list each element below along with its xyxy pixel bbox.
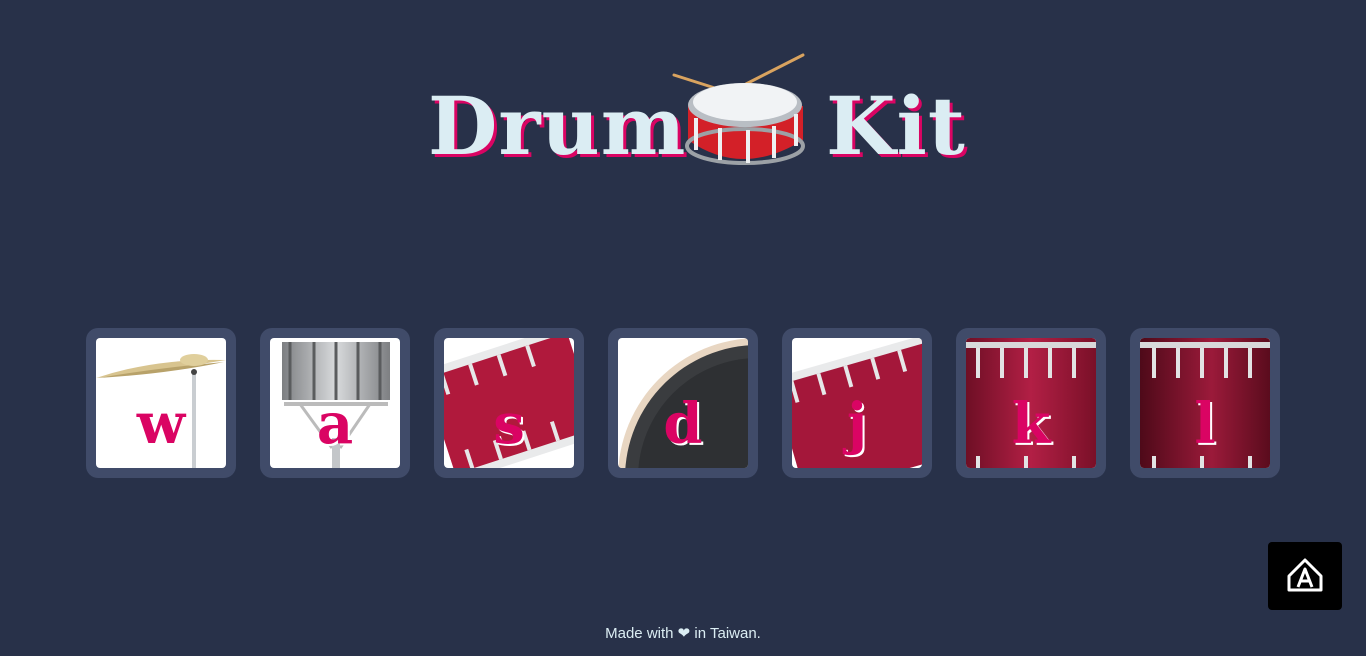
drum-key-w[interactable]: w (86, 328, 236, 478)
heart-icon: ❤ (677, 625, 691, 642)
key-letter: s (493, 391, 525, 457)
drum-key-l[interactable]: l (1130, 328, 1280, 478)
key-letter: j (846, 391, 868, 457)
drum-key-a[interactable]: a (260, 328, 410, 478)
key-letter: d (663, 391, 703, 457)
drum-key-j[interactable]: j (782, 328, 932, 478)
key-letter: a (316, 391, 354, 457)
footer-text-before: Made with (605, 625, 674, 642)
drum-key-s[interactable]: s (434, 328, 584, 478)
key-letter: w (136, 391, 186, 457)
drum-keys: w a s d j k l (0, 0, 1366, 656)
footer-text-after: in Taiwan. (694, 625, 761, 642)
key-letter: k (1011, 391, 1051, 457)
drum-key-d[interactable]: d (608, 328, 758, 478)
accessibility-button[interactable] (1268, 542, 1342, 610)
key-letter: l (1194, 391, 1216, 457)
accessibility-icon (1287, 558, 1323, 592)
footer: Made with ❤ in Taiwan. (0, 624, 1366, 642)
drum-key-k[interactable]: k (956, 328, 1106, 478)
